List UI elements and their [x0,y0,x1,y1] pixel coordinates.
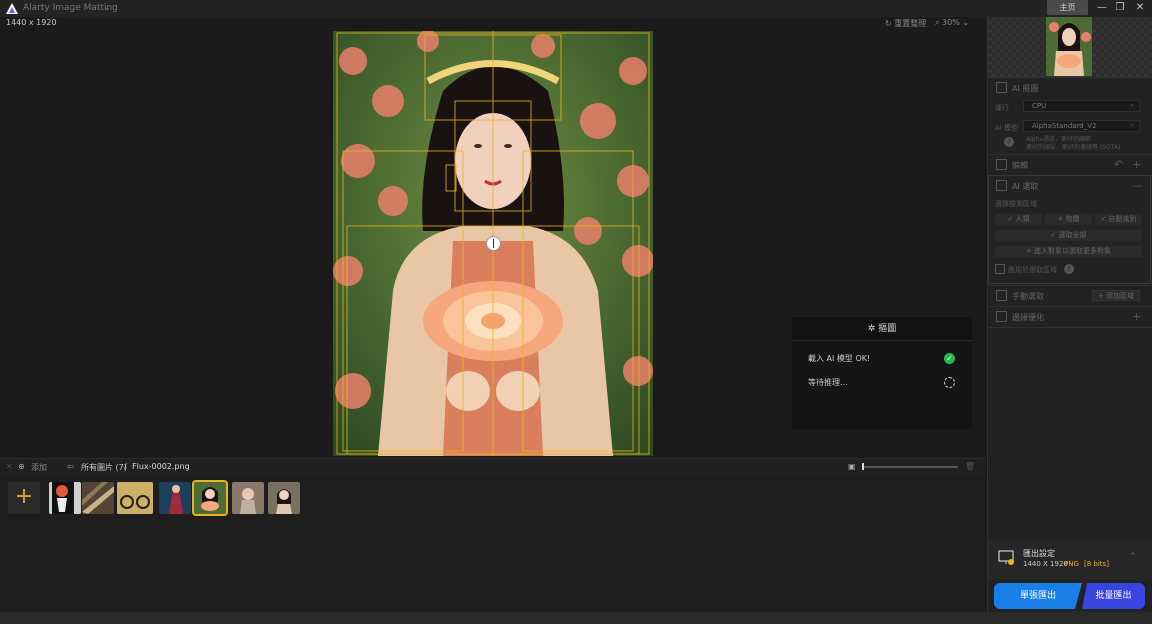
manual-title: 手動選取 [1012,292,1044,301]
divider [988,154,1152,155]
compare-handle[interactable] [486,236,501,251]
process-panel-title: 摳圖 [878,324,897,334]
edit-title: 編輯 [1012,161,1028,170]
thumbnail[interactable] [159,482,191,514]
zoom-control[interactable]: ⌕ 30% ⌄ [935,18,969,28]
collapse-icon[interactable]: — [1132,179,1143,192]
breadcrumb-separator: / [124,462,127,471]
tab-main[interactable]: 主页 [1047,0,1088,15]
add-label[interactable]: 添加 [31,462,47,473]
export-bits: [8 bits] [1084,560,1109,568]
result-preview [1046,17,1092,76]
single-export-button[interactable]: 單張匯出 [994,583,1082,609]
all-images-link[interactable]: 所有圖片 (7) [81,462,127,473]
select-all-button[interactable]: ✓ 選取全部 [995,230,1142,241]
breadcrumb: ✕ ⊕ 添加 ⇦ 所有圖片 (7) / Flux-0002.png ▣ 🗑 [0,458,986,475]
zoom-icon: ⌕ [935,18,940,27]
status-bar [0,612,1152,624]
process-row-wait: 等待推理... [808,378,848,387]
refine-selection-label: 進入對象以選取更多對象 [1034,247,1112,255]
section-ai-select[interactable]: AI 選取 — [988,177,1152,195]
divider [988,306,1152,307]
device-select[interactable]: CPU [1023,99,1140,112]
apply-checkbox-label: 應用於選取區域 [1008,266,1057,274]
option-auto-label: 自動識別 [1108,215,1137,223]
ai-infer-title: AI 摳圖 [1012,84,1039,93]
process-row-load: 載入 AI 模型 OK! [808,354,871,363]
check-icon: ✓ [944,353,955,364]
close-button[interactable]: ✕ [1130,1,1150,15]
thumbnail[interactable] [82,482,114,514]
option-object[interactable]: + 物體 [1045,214,1092,225]
aperture-icon: ✲ [867,324,876,334]
add-image-button[interactable]: + [8,482,40,514]
divider [988,285,1152,286]
slider-knob[interactable] [862,463,864,470]
ai-select-title: AI 選取 [1012,182,1039,191]
help-icon[interactable]: ? [1064,264,1074,274]
refresh-icon: ↻ [885,19,892,28]
thumbnail[interactable] [117,482,153,514]
monitor-settings-icon [998,550,1014,565]
expand-up-icon[interactable]: ⌃ [1129,552,1137,562]
process-panel-header: ✲ 摳圖 [792,317,972,341]
option-person-label: 人類 [1015,215,1030,223]
model-select[interactable]: AlphaStandard_V2 [1023,119,1140,132]
select-all-label: 選取全部 [1058,231,1087,239]
thumbnail[interactable] [232,482,264,514]
current-file: Flux-0002.png [132,462,190,471]
chevron-down-icon[interactable]: ⌄ [104,3,111,12]
maximize-button[interactable]: ❐ [1110,1,1130,15]
reset-button[interactable]: ↻ 重置整理 [885,18,926,29]
app-logo-icon [6,3,18,14]
ai-select-icon [996,180,1007,191]
apply-checkbox[interactable] [995,264,1005,274]
export-label: 匯出設定 [1023,549,1055,558]
section-edit[interactable]: 編輯 ↶ + [988,156,1152,174]
option-person[interactable]: ✓ 人類 [995,214,1042,225]
option-object-label: 物體 [1065,215,1080,223]
trash-icon[interactable]: 🗑 [965,462,975,471]
minimize-button[interactable]: — [1092,1,1112,15]
section-refine[interactable]: 邊緣優化 + [988,308,1152,326]
image-size-icon: ▣ [848,462,856,471]
help-icon[interactable]: ? [1004,137,1014,147]
edit-icon [996,159,1007,170]
batch-export-button[interactable]: 批量匯出 [1082,583,1145,609]
process-panel: ✲ 摳圖 載入 AI 模型 OK! ✓ 等待推理... [792,317,972,429]
divider [988,327,1152,328]
refine-selection-button[interactable]: + 進入對象以選取更多對象 [995,246,1142,257]
undo-icon[interactable]: ↶ [1114,158,1123,171]
zoom-value: 30% [942,18,960,27]
manual-select-icon [996,290,1007,301]
ai-select-hint: 選擇檢測區域 [995,200,1037,208]
image-icon [996,82,1007,93]
refine-icon [996,311,1007,322]
back-arrow-icon[interactable]: ⇦ [67,462,74,471]
model-note-2: 更好的頭髮，更好的邊緣等 (SOTA) [1026,144,1121,151]
plus-icon[interactable]: + [1132,310,1141,323]
close-icon[interactable]: ✕ [6,462,13,471]
reset-label: 重置整理 [894,19,927,28]
refine-title: 邊緣優化 [1012,313,1044,322]
thumbnail[interactable] [268,482,300,514]
image-dimensions: 1440 x 1920 [6,18,57,27]
spinner-icon [944,377,955,388]
export-size: 1440 X 1920 [1023,560,1068,568]
plus-icon[interactable]: + [1132,158,1141,171]
export-format: PNG [1064,560,1079,568]
add-circle-icon[interactable]: ⊕ [18,462,25,471]
thumbnail[interactable] [49,482,81,514]
device-label: 運行 [995,104,1009,112]
thumb-size-slider[interactable] [862,466,958,468]
model-label: AI 模型 [995,124,1019,132]
section-ai-infer[interactable]: AI 摳圖 [988,79,1152,97]
add-region-button[interactable]: + 添加區域 [1092,290,1140,301]
option-auto[interactable]: ✓ 自動識別 [1095,214,1142,225]
thumbnail-selected[interactable] [192,480,228,516]
title-bar [0,0,1152,17]
